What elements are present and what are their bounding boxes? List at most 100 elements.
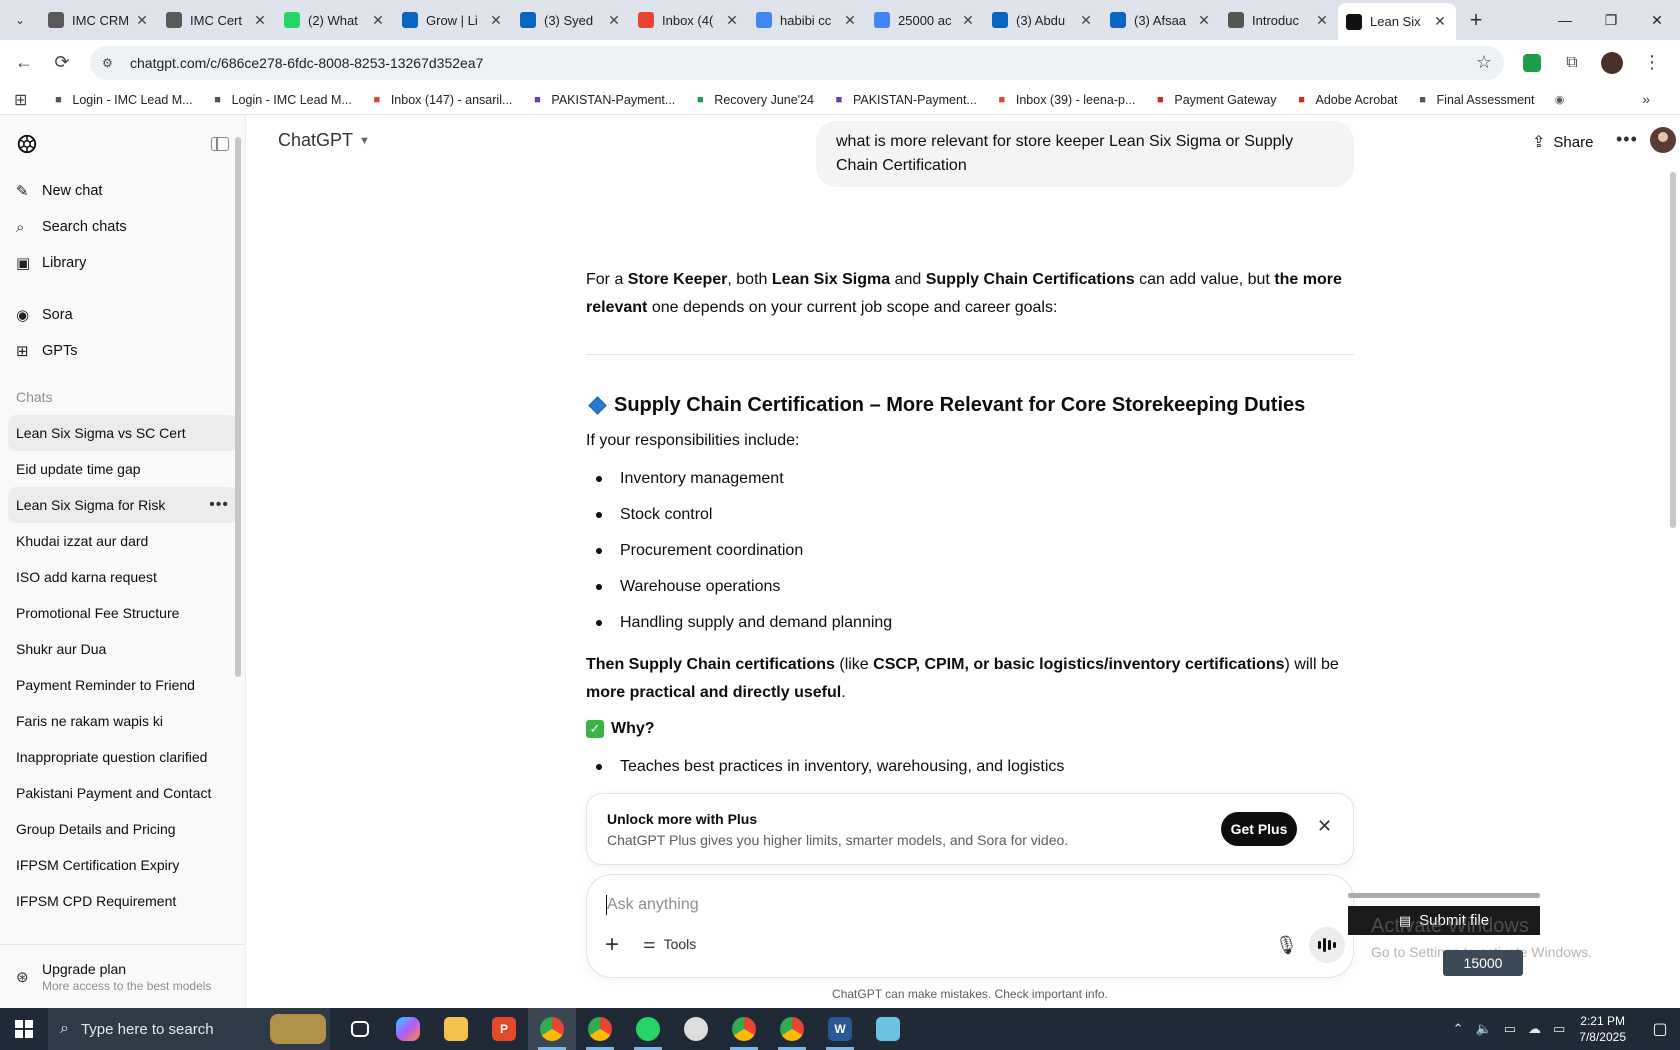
whatsapp-icon[interactable] (624, 1008, 672, 1050)
taskbar-search[interactable]: ⌕ Type here to search (48, 1008, 330, 1050)
word-icon[interactable]: W (816, 1008, 864, 1050)
attach-plus-icon[interactable]: + (605, 931, 619, 959)
chat-options-icon[interactable]: ••• (209, 496, 229, 514)
browser-tab[interactable]: (3) Afsaa ✕ (1102, 3, 1220, 37)
bookmark-item[interactable]: ■ Inbox (147) - ansaril... (370, 93, 512, 107)
app-icon[interactable] (672, 1008, 720, 1050)
browser-tab[interactable]: 25000 ac ✕ (866, 3, 984, 37)
apps-grid-icon[interactable]: ⊞ (14, 90, 27, 110)
bookmark-item[interactable]: ■ PAKISTAN-Payment... (530, 93, 675, 107)
chat-history-item[interactable]: ISO add karna request (8, 559, 237, 595)
sidebar-toggle-icon[interactable] (211, 137, 229, 151)
chat-history-item[interactable]: Inappropriate question clarified (8, 739, 237, 775)
chat-history-item[interactable]: Group Details and Pricing (8, 811, 237, 847)
clock[interactable]: 2:21 PM 7/8/2025 (1579, 1013, 1626, 1045)
bookmark-item[interactable]: ■ Login - IMC Lead M... (51, 93, 193, 107)
tools-button[interactable]: ⚌ Tools (643, 935, 696, 952)
bookmark-star-icon[interactable]: ☆ (1476, 52, 1492, 73)
browser-tab[interactable]: Grow | Li ✕ (394, 3, 512, 37)
close-tab-icon[interactable]: ✕ (1314, 12, 1330, 29)
bookmark-item[interactable]: ■ Inbox (39) - leena-p... (995, 93, 1136, 107)
sidebar-item-sora[interactable]: ◉ Sora (0, 297, 245, 333)
close-window-icon[interactable]: ✕ (1634, 0, 1680, 40)
browser-tab[interactable]: (3) Abdu ✕ (984, 3, 1102, 37)
chat-history-item[interactable]: Faris ne rakam wapis ki (8, 703, 237, 739)
close-tab-icon[interactable]: ✕ (724, 12, 740, 29)
back-arrow-icon[interactable]: ← (8, 47, 40, 79)
chat-history-item[interactable]: Lean Six Sigma for Risk ••• (8, 487, 237, 523)
bookmark-item[interactable]: ■ Login - IMC Lead M... (211, 93, 352, 107)
tray-overflow-icon[interactable]: ⌃ (1453, 1021, 1464, 1037)
sidebar-item-library[interactable]: ▣ Library (0, 245, 245, 281)
bookmark-item[interactable]: ■ Final Assessment (1416, 93, 1534, 107)
browser-tab[interactable]: (3) Syed ✕ (512, 3, 630, 37)
close-tab-icon[interactable]: ✕ (1196, 12, 1212, 29)
microphone-icon[interactable]: 🎙 (1275, 935, 1298, 956)
chat-history-item[interactable]: Promotional Fee Structure (8, 595, 237, 631)
chrome-alt2-icon[interactable] (768, 1008, 816, 1050)
close-icon[interactable]: ✕ (1317, 816, 1332, 837)
chat-history-item[interactable]: Pakistani Payment and Contact (8, 775, 237, 811)
close-tab-icon[interactable]: ✕ (842, 12, 858, 29)
chrome-alt-icon[interactable] (720, 1008, 768, 1050)
chat-history-item[interactable]: IFPSM CPD Requirement (8, 883, 237, 919)
chrome-profile-icon[interactable] (576, 1008, 624, 1050)
page-scrollbar[interactable] (1670, 172, 1676, 528)
extension-green-icon[interactable] (1516, 47, 1548, 79)
floating-widget-handle[interactable] (1348, 893, 1540, 898)
sidebar-item-new-chat[interactable]: ✎ New chat (0, 173, 245, 209)
upgrade-plan-button[interactable]: ⊛ Upgrade plan More access to the best m… (0, 944, 245, 1008)
browser-tab[interactable]: Introduc ✕ (1220, 3, 1338, 37)
chrome-icon[interactable] (528, 1008, 576, 1050)
browser-tab[interactable]: Lean Six ✕ (1338, 3, 1456, 40)
browser-tab[interactable]: habibi cc ✕ (748, 3, 866, 37)
prompt-input[interactable] (607, 891, 1207, 919)
network-icon[interactable]: ▭ (1504, 1021, 1516, 1037)
sidebar-scrollbar[interactable] (235, 137, 241, 677)
site-info-icon[interactable]: ⚙ (102, 56, 120, 70)
close-tab-icon[interactable]: ✕ (1432, 13, 1448, 30)
reload-icon[interactable]: ⟳ (46, 47, 78, 79)
start-button[interactable] (0, 1008, 48, 1050)
minimize-icon[interactable]: — (1542, 0, 1588, 40)
browser-tab[interactable]: (2) What ✕ (276, 3, 394, 37)
more-options-icon[interactable]: ••• (1616, 129, 1638, 150)
browser-tab[interactable]: IMC CRM ✕ (40, 3, 158, 37)
close-tab-icon[interactable]: ✕ (370, 12, 386, 29)
volume-icon[interactable]: 🔈 (1476, 1021, 1492, 1037)
url-field[interactable]: ⚙ chatgpt.com/c/686ce278-6fdc-8008-8253-… (90, 45, 1504, 80)
get-plus-button[interactable]: Get Plus (1221, 812, 1297, 846)
bookmark-extra[interactable]: ◉ (1553, 93, 1574, 107)
sidebar-item-gpts[interactable]: ⊞ GPTs (0, 333, 245, 369)
close-tab-icon[interactable]: ✕ (606, 12, 622, 29)
chat-history-item[interactable]: Khudai izzat aur dard (8, 523, 237, 559)
bookmarks-overflow-icon[interactable]: » (1642, 91, 1650, 107)
copilot-icon[interactable] (384, 1008, 432, 1050)
share-button[interactable]: ⇪ Share (1532, 132, 1593, 152)
file-explorer-icon[interactable] (432, 1008, 480, 1050)
notifications-icon[interactable]: ▢ (1640, 1008, 1680, 1050)
browser-tab[interactable]: IMC Cert ✕ (158, 3, 276, 37)
task-view-icon[interactable] (336, 1008, 384, 1050)
close-tab-icon[interactable]: ✕ (960, 12, 976, 29)
voice-mode-button[interactable] (1309, 927, 1345, 963)
restore-icon[interactable]: ❐ (1588, 0, 1634, 40)
display-icon[interactable]: ▭ (1553, 1021, 1565, 1037)
chat-history-item[interactable]: Shukr aur Dua (8, 631, 237, 667)
sidebar-item-search-chats[interactable]: ⌕ Search chats (0, 209, 245, 245)
bookmark-item[interactable]: ■ Payment Gateway (1153, 93, 1276, 107)
profile-avatar-icon[interactable] (1596, 47, 1628, 79)
tab-search-chevron-icon[interactable]: ⌄ (0, 0, 40, 40)
chat-history-item[interactable]: Eid update time gap (8, 451, 237, 487)
url-text[interactable]: chatgpt.com/c/686ce278-6fdc-8008-8253-13… (130, 55, 1476, 71)
bookmark-item[interactable]: ■ Adobe Acrobat (1295, 93, 1397, 107)
chat-history-item[interactable]: IFPSM Certification Expiry (8, 847, 237, 883)
bookmark-item[interactable]: ■ Recovery June'24 (693, 93, 814, 107)
browser-menu-icon[interactable]: ⋮ (1636, 47, 1668, 79)
chat-history-item[interactable]: Payment Reminder to Friend (8, 667, 237, 703)
cloud-icon[interactable]: ☁ (1528, 1021, 1541, 1037)
extensions-puzzle-icon[interactable]: ⧉ (1556, 47, 1588, 79)
close-tab-icon[interactable]: ✕ (134, 12, 150, 29)
notepad-icon[interactable] (864, 1008, 912, 1050)
openai-logo-icon[interactable] (16, 133, 38, 155)
